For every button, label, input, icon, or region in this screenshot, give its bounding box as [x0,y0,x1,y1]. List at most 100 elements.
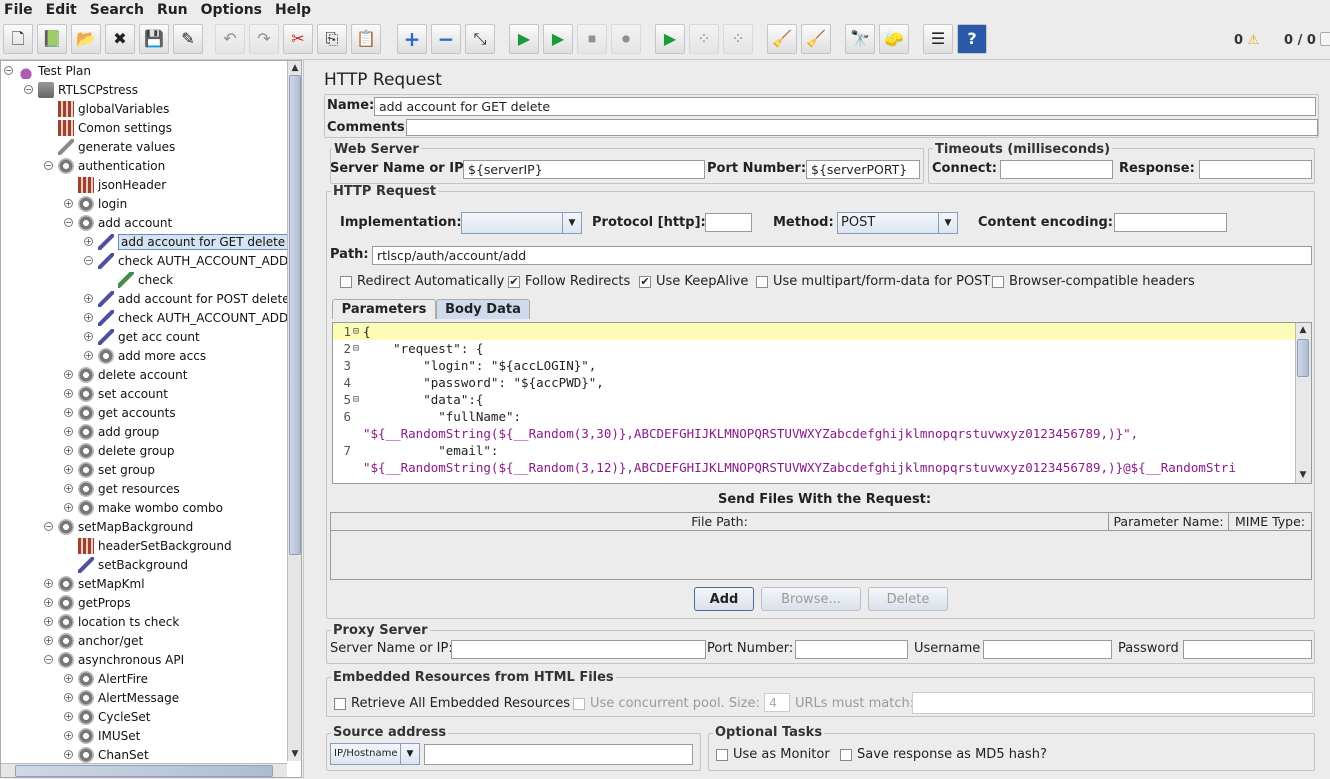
connect-field[interactable] [1000,160,1113,179]
implementation-combo[interactable]: ▼ [461,212,582,234]
tree-node[interactable]: + get resources [64,479,180,498]
remote-shutdown-icon[interactable]: ⁘ [723,24,753,54]
tree-node[interactable]: generate values [44,137,175,156]
proxy-password-field[interactable] [1183,640,1312,659]
tree-node[interactable]: setBackground [64,555,188,574]
comments-field[interactable] [406,119,1318,136]
use-as-monitor-checkbox[interactable]: Use as Monitor [716,747,830,762]
expand-toggle-icon[interactable]: + [84,313,93,322]
tree-node[interactable]: + make wombo combo [64,498,223,517]
tree-node[interactable]: + location ts check [44,612,179,631]
tree-node[interactable]: globalVariables [44,99,169,118]
tree-node[interactable]: jsonHeader [64,175,166,194]
expand-toggle-icon[interactable]: + [64,408,73,417]
tree-node[interactable]: − asynchronous API [44,650,184,669]
scroll-thumb[interactable] [1297,339,1309,377]
expand-toggle-icon[interactable]: + [64,484,73,493]
collapse-toggle-icon[interactable]: − [4,66,13,75]
tree-node[interactable]: − Test Plan [4,61,91,80]
proxy-username-field[interactable] [983,640,1112,659]
expand-toggle-icon[interactable]: + [64,465,73,474]
tree-node[interactable]: + IMUSet [64,726,140,745]
concurrent-pool-checkbox[interactable]: Use concurrent pool. Size: [573,696,760,711]
collapse-toggle-icon[interactable]: − [44,655,53,664]
expand-toggle-icon[interactable]: + [64,389,73,398]
expand-toggle-icon[interactable]: + [84,294,93,303]
tree-node[interactable]: + check AUTH_ACCOUNT_ADDE [84,308,296,327]
tree-node[interactable]: + get acc count [84,327,200,346]
tree-node[interactable]: − RTLSCPstress [24,80,138,99]
server-name-field[interactable]: ${serverIP} [463,160,705,179]
path-field[interactable]: rtlscp/auth/account/add [372,246,1312,265]
tree-node[interactable]: headerSetBackground [64,536,232,555]
tree-node[interactable]: + add group [64,422,159,441]
tree-node[interactable]: + anchor/get [44,631,143,650]
chevron-down-icon[interactable]: ▼ [938,213,957,233]
remote-stop-icon[interactable]: ⁘ [689,24,719,54]
cut-icon[interactable]: ✂ [283,24,313,54]
expand-toggle-icon[interactable]: + [44,636,53,645]
save-md5-checkbox[interactable]: Save response as MD5 hash? [840,747,1047,762]
tree-node[interactable]: + AlertMessage [64,688,179,707]
editor-vertical-scrollbar[interactable]: ▲ ▼ [1295,323,1311,483]
expand-toggle-icon[interactable]: + [64,427,73,436]
splitter[interactable] [303,60,315,779]
option-checkbox[interactable]: Use multipart/form-data for POST [756,274,990,289]
option-checkbox[interactable]: Redirect Automatically [340,274,504,289]
tree-vertical-scrollbar[interactable]: ▲ ▼ [287,61,301,761]
tree-horizontal-scrollbar[interactable] [1,763,287,777]
tab-body-data[interactable]: Body Data [436,299,530,319]
collapse-toggle-icon[interactable]: − [64,218,73,227]
remote-start-icon[interactable]: ▶ [655,24,685,54]
start-icon[interactable]: ▶ [509,24,539,54]
menu-help[interactable]: Help [275,2,311,18]
tree-node[interactable]: + add more accs [84,346,206,365]
expand-toggle-icon[interactable]: + [64,731,73,740]
tree-node[interactable]: check [104,270,173,289]
copy-icon[interactable]: ⎘ [317,24,347,54]
tree-node[interactable]: + ChanSet [64,745,149,764]
collapse-toggle-icon[interactable]: − [24,85,33,94]
scroll-thumb[interactable] [289,75,301,555]
stop-icon[interactable]: ⏹ [577,24,607,54]
menu-search[interactable]: Search [90,2,144,18]
expand-toggle-icon[interactable]: + [64,693,73,702]
templates-icon[interactable]: 📗 [37,24,67,54]
expand-toggle-icon[interactable]: + [84,237,93,246]
expand-toggle-icon[interactable]: + [44,598,53,607]
method-combo[interactable]: POST ▼ [837,212,958,234]
response-field[interactable] [1199,160,1312,179]
expand-toggle-icon[interactable]: + [64,503,73,512]
save-as-icon[interactable]: ✎ [173,24,203,54]
proxy-server-field[interactable] [451,640,706,659]
pool-size-field[interactable]: 4 [764,693,790,712]
tree-node[interactable]: − authentication [44,156,165,175]
expand-toggle-icon[interactable]: + [64,446,73,455]
add-file-button[interactable]: Add [694,587,754,611]
search-icon[interactable]: 🔭 [845,24,875,54]
fold-icon[interactable]: ⊟ [353,340,359,357]
urls-match-field[interactable] [912,692,1313,714]
scroll-up-arrow[interactable]: ▲ [1296,323,1310,337]
undo-icon[interactable]: ↶ [215,24,245,54]
tree-node[interactable]: − add account [64,213,172,232]
paste-icon[interactable]: 📋 [351,24,381,54]
tab-parameters[interactable]: Parameters [332,299,436,319]
col-mime-type[interactable]: MIME Type: [1229,513,1311,531]
tree-node[interactable]: + AlertFire [64,669,148,688]
scroll-down-arrow[interactable]: ▼ [1296,468,1310,482]
protocol-field[interactable] [705,213,752,232]
open-icon[interactable]: 📂 [71,24,101,54]
expand-icon[interactable]: + [397,24,427,54]
chevron-down-icon[interactable]: ▼ [562,213,581,233]
tree-node[interactable]: + setMapKml [44,574,145,593]
tree-node[interactable]: + login [64,194,127,213]
retrieve-embedded-checkbox[interactable]: Retrieve All Embedded Resources [334,696,570,711]
expand-toggle-icon[interactable]: + [44,579,53,588]
tree-node[interactable]: + set group [64,460,155,479]
name-field[interactable]: add account for GET delete [374,97,1316,116]
expand-toggle-icon[interactable]: + [64,712,73,721]
help-icon[interactable]: ? [957,24,987,54]
tree-node[interactable]: Comon settings [44,118,172,137]
body-data-editor[interactable]: 1 ⊟{2 ⊟ "request": {3 "login": "${accLOGIN… [332,322,1312,484]
